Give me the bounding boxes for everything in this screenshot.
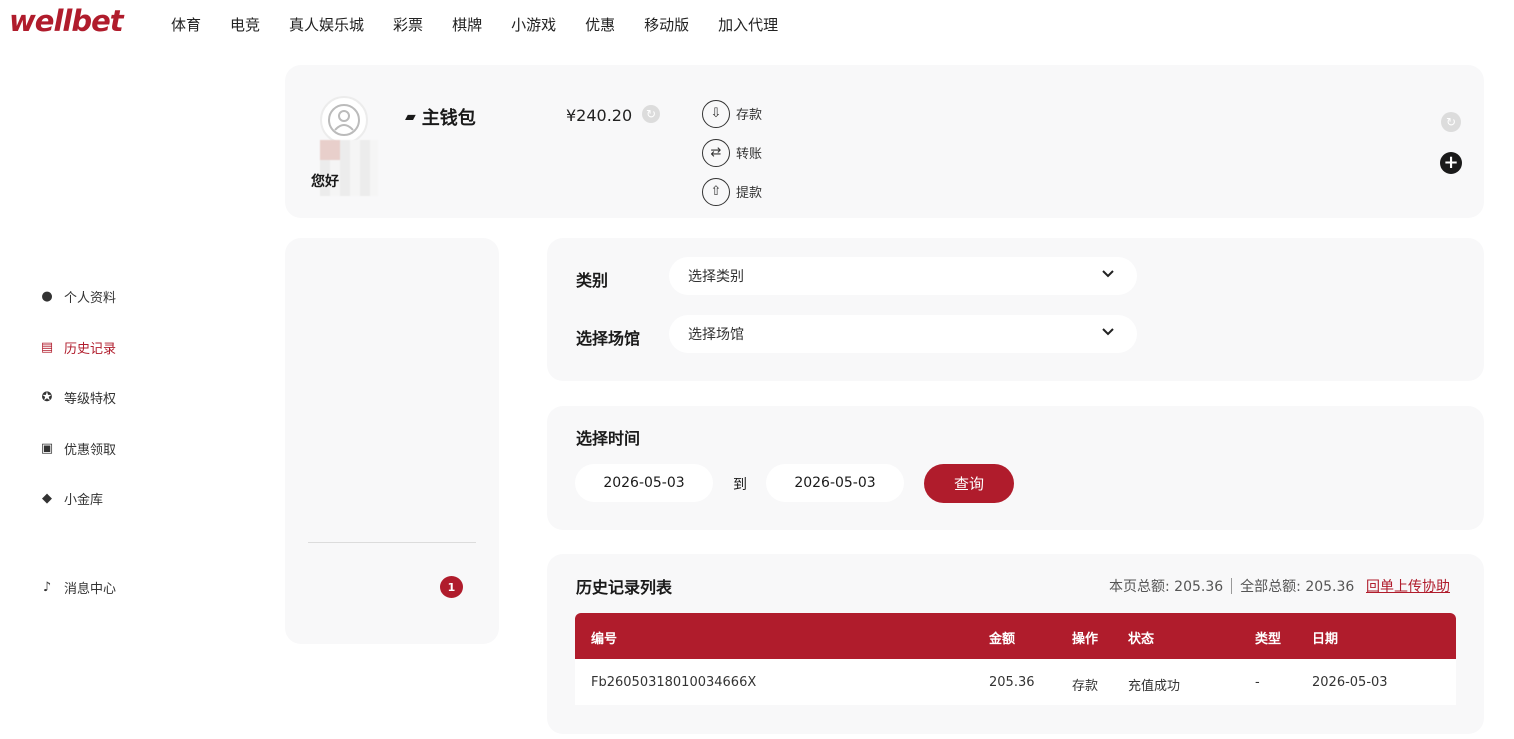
wallet-balance: ¥240.20: [566, 106, 633, 125]
wellbet-logo[interactable]: wellbet: [9, 4, 124, 38]
greeting: 您好: [311, 174, 339, 190]
nav-live-casino[interactable]: 真人娱乐城: [289, 14, 364, 35]
wallet-title-text: 主钱包: [421, 108, 476, 129]
sidebar: [285, 238, 499, 644]
diamond-icon: ◆: [42, 490, 52, 506]
history-list-title: 历史记录列表: [576, 578, 673, 597]
sidebar-divider: [308, 542, 476, 543]
deposit-label: 存款: [736, 108, 763, 123]
column-header-action: 操作: [1072, 632, 1099, 647]
nav-lottery[interactable]: 彩票: [393, 14, 423, 35]
totals: 本页总额: 205.36 全部总额: 205.36: [1109, 576, 1354, 596]
main-menu: 体育 电竞 真人娱乐城 彩票 棋牌 小游戏 优惠 移动版 加入代理: [171, 14, 807, 35]
add-icon[interactable]: +: [1440, 152, 1462, 174]
deposit-button[interactable]: ⇩ 存款: [702, 94, 762, 133]
deposit-icon: ⇩: [702, 99, 730, 128]
table-header: 编号 金额 操作 状态 类型 日期: [575, 613, 1456, 659]
withdraw-label: 提款: [736, 186, 763, 201]
sidebar-item-promotions[interactable]: ▣ 优惠领取: [23, 423, 191, 473]
nav-mobile[interactable]: 移动版: [644, 14, 689, 35]
cell-amount: 205.36: [989, 675, 1035, 690]
time-label: 选择时间: [576, 429, 641, 448]
column-header-id: 编号: [591, 632, 618, 647]
cell-status: 充值成功: [1128, 679, 1181, 694]
nav-agent[interactable]: 加入代理: [718, 14, 778, 35]
transfer-button[interactable]: ⇄ 转账: [702, 133, 762, 172]
category-label: 类别: [576, 271, 609, 290]
message-count-badge: 1: [440, 576, 463, 598]
withdraw-button[interactable]: ⇧ 提款: [702, 172, 762, 211]
column-header-date: 日期: [1312, 632, 1339, 647]
totals-divider: [1231, 578, 1233, 594]
sidebar-item-profile[interactable]: ● 个人资料: [23, 271, 191, 321]
main-wallet-title: ▰ 主钱包: [405, 104, 476, 130]
cell-id: Fb26050318010034666X: [591, 675, 757, 690]
sidebar-item-label: 小金库: [64, 492, 104, 508]
end-date-input[interactable]: 2026-05-03: [766, 464, 904, 502]
profile-panel: [285, 65, 1484, 218]
top-navigation: wellbet 体育 电竞 真人娱乐城 彩票 棋牌 小游戏 优惠 移动版 加入代…: [0, 0, 1514, 48]
refresh-balance-icon[interactable]: ↻: [642, 105, 660, 123]
sidebar-item-label: 消息中心: [64, 581, 117, 597]
transfer-label: 转账: [736, 147, 763, 162]
user-avatar-icon: [328, 104, 360, 136]
bell-icon: ♪: [42, 579, 52, 595]
cell-type: -: [1255, 675, 1260, 690]
medal-icon: ✪: [41, 389, 53, 405]
sidebar-item-label: 历史记录: [64, 341, 117, 357]
user-icon: ●: [41, 288, 53, 304]
sidebar-item-label: 等级特权: [64, 391, 117, 407]
venue-select[interactable]: 选择场馆: [669, 315, 1137, 353]
receipt-upload-help-link[interactable]: 回单上传协助: [1366, 576, 1450, 596]
venue-select-value: 选择场馆: [688, 327, 744, 343]
column-header-type: 类型: [1255, 632, 1282, 647]
cell-date: 2026-05-03: [1312, 675, 1388, 690]
nav-promotions[interactable]: 优惠: [585, 14, 615, 35]
sidebar-item-messages[interactable]: ♪ 消息中心: [23, 562, 191, 612]
nav-card-games[interactable]: 棋牌: [452, 14, 482, 35]
chevron-down-icon: [1101, 266, 1115, 284]
column-header-status: 状态: [1128, 632, 1155, 647]
avatar[interactable]: [320, 96, 368, 144]
date-separator: 到: [733, 477, 747, 493]
column-header-amount: 金额: [989, 632, 1016, 647]
wallet-actions: ⇩ 存款 ⇄ 转账 ⇧ 提款: [702, 94, 762, 211]
all-total: 全部总额: 205.36: [1240, 579, 1355, 595]
page-total: 本页总额: 205.36: [1109, 579, 1224, 595]
wallet-icon: ▰: [405, 109, 416, 125]
sidebar-item-label: 优惠领取: [64, 442, 117, 458]
sidebar-item-vip[interactable]: ✪ 等级特权: [23, 372, 191, 422]
category-select[interactable]: 选择类别: [669, 257, 1137, 295]
nav-esports[interactable]: 电竞: [230, 14, 260, 35]
refresh-all-icon[interactable]: ↻: [1441, 112, 1461, 132]
query-button[interactable]: 查询: [924, 464, 1014, 503]
history-icon: ▤: [40, 339, 54, 355]
gift-icon: ▣: [40, 440, 54, 456]
start-date-input[interactable]: 2026-05-03: [575, 464, 713, 502]
category-select-value: 选择类别: [688, 269, 744, 285]
venue-label: 选择场馆: [576, 329, 641, 348]
cell-action: 存款: [1072, 679, 1099, 694]
nav-mini-games[interactable]: 小游戏: [511, 14, 556, 35]
withdraw-icon: ⇧: [702, 177, 730, 206]
sidebar-item-label: 个人资料: [64, 290, 117, 306]
transfer-icon: ⇄: [702, 138, 730, 167]
sidebar-item-history[interactable]: ▤ 历史记录: [23, 322, 191, 372]
chevron-down-icon: [1101, 324, 1115, 342]
sidebar-item-vault[interactable]: ◆ 小金库: [23, 473, 191, 523]
nav-sports[interactable]: 体育: [171, 14, 201, 35]
table-row[interactable]: Fb26050318010034666X 205.36 存款 充值成功 - 20…: [575, 659, 1456, 705]
